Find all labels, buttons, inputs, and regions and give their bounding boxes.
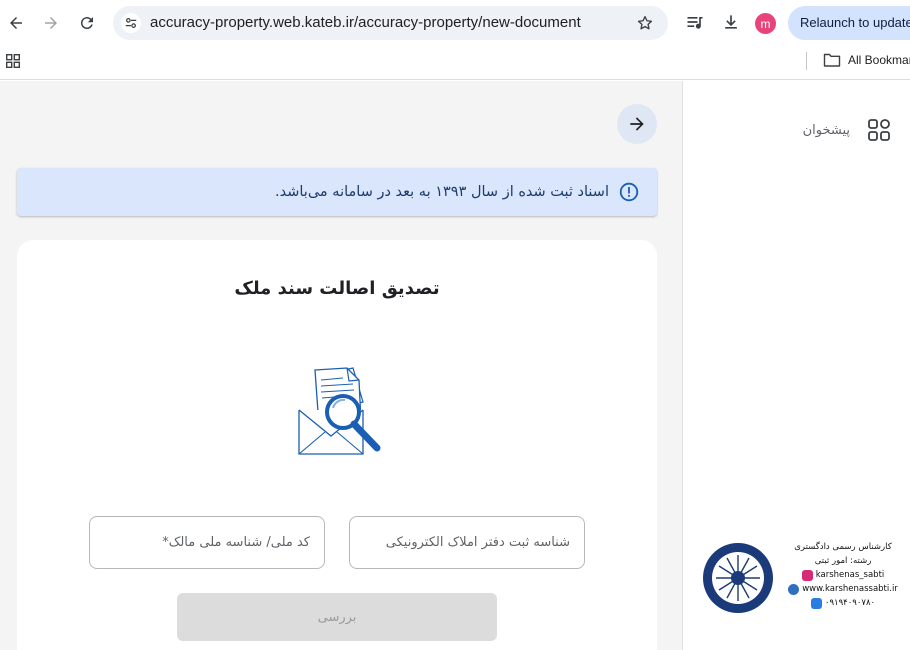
apps-grid-icon[interactable] [6,54,20,68]
national-id-input[interactable] [104,517,310,568]
verification-card: تصدیق اصالت سند ملک بررسی [17,240,657,650]
globe-icon [788,583,800,595]
national-id-field[interactable] [89,516,325,569]
address-bar[interactable]: accuracy-property.web.kateb.ir/accuracy-… [113,6,668,40]
back-button[interactable] [617,104,657,144]
sidebar-item-dashboard[interactable]: پیشخوان [803,119,890,141]
watermark-website: www.karshenassabti.ir [802,584,898,594]
bookmark-star-icon[interactable] [636,14,654,32]
bookmarks-bar: All Bookmarks [0,46,910,80]
site-settings-icon[interactable] [121,13,141,33]
info-exclamation-icon [619,182,639,202]
folder-icon[interactable] [823,52,841,68]
arrow-right-icon [630,117,644,131]
page-title: تصدیق اصالت سند ملک [234,278,440,299]
registry-id-field[interactable] [349,516,585,569]
watermark: کارشناس رسمی دادگستری رشته: امور ثبتی ka… [702,540,908,614]
media-queue-icon[interactable] [685,12,705,32]
bookmarks-divider [806,52,807,70]
registry-id-input[interactable] [364,517,570,568]
watermark-instagram: karshenas_sabti [815,570,885,580]
relaunch-button[interactable]: Relaunch to update [788,6,910,40]
all-bookmarks-link[interactable]: All Bookmarks [848,53,910,67]
download-icon[interactable] [721,12,741,32]
instagram-icon [801,569,813,581]
browser-toolbar: accuracy-property.web.kateb.ir/accuracy-… [0,0,910,46]
url-text[interactable]: accuracy-property.web.kateb.ir/accuracy-… [150,14,581,31]
watermark-title: کارشناس رسمی دادگستری [794,542,892,552]
watermark-subtitle: رشته: امور ثبتی [814,556,872,566]
phone-icon [810,597,822,609]
dashboard-grid-icon [868,119,890,141]
seal-logo-icon [703,543,773,613]
back-arrow-icon[interactable] [1,8,31,38]
reload-icon[interactable] [72,8,102,38]
forward-arrow-icon[interactable] [36,8,66,38]
info-alert: اسناد ثبت شده از سال ۱۳۹۳ به بعد در ساما… [17,168,657,216]
document-search-icon [298,367,381,455]
sidebar-item-label: پیشخوان [802,122,850,138]
watermark-phone: ۰۹۱۹۴۰۹۰۷۸۰ [824,598,876,608]
check-button[interactable]: بررسی [177,593,497,641]
alert-text: اسناد ثبت شده از سال ۱۳۹۳ به بعد در ساما… [275,184,609,200]
profile-avatar[interactable]: m [755,13,776,34]
